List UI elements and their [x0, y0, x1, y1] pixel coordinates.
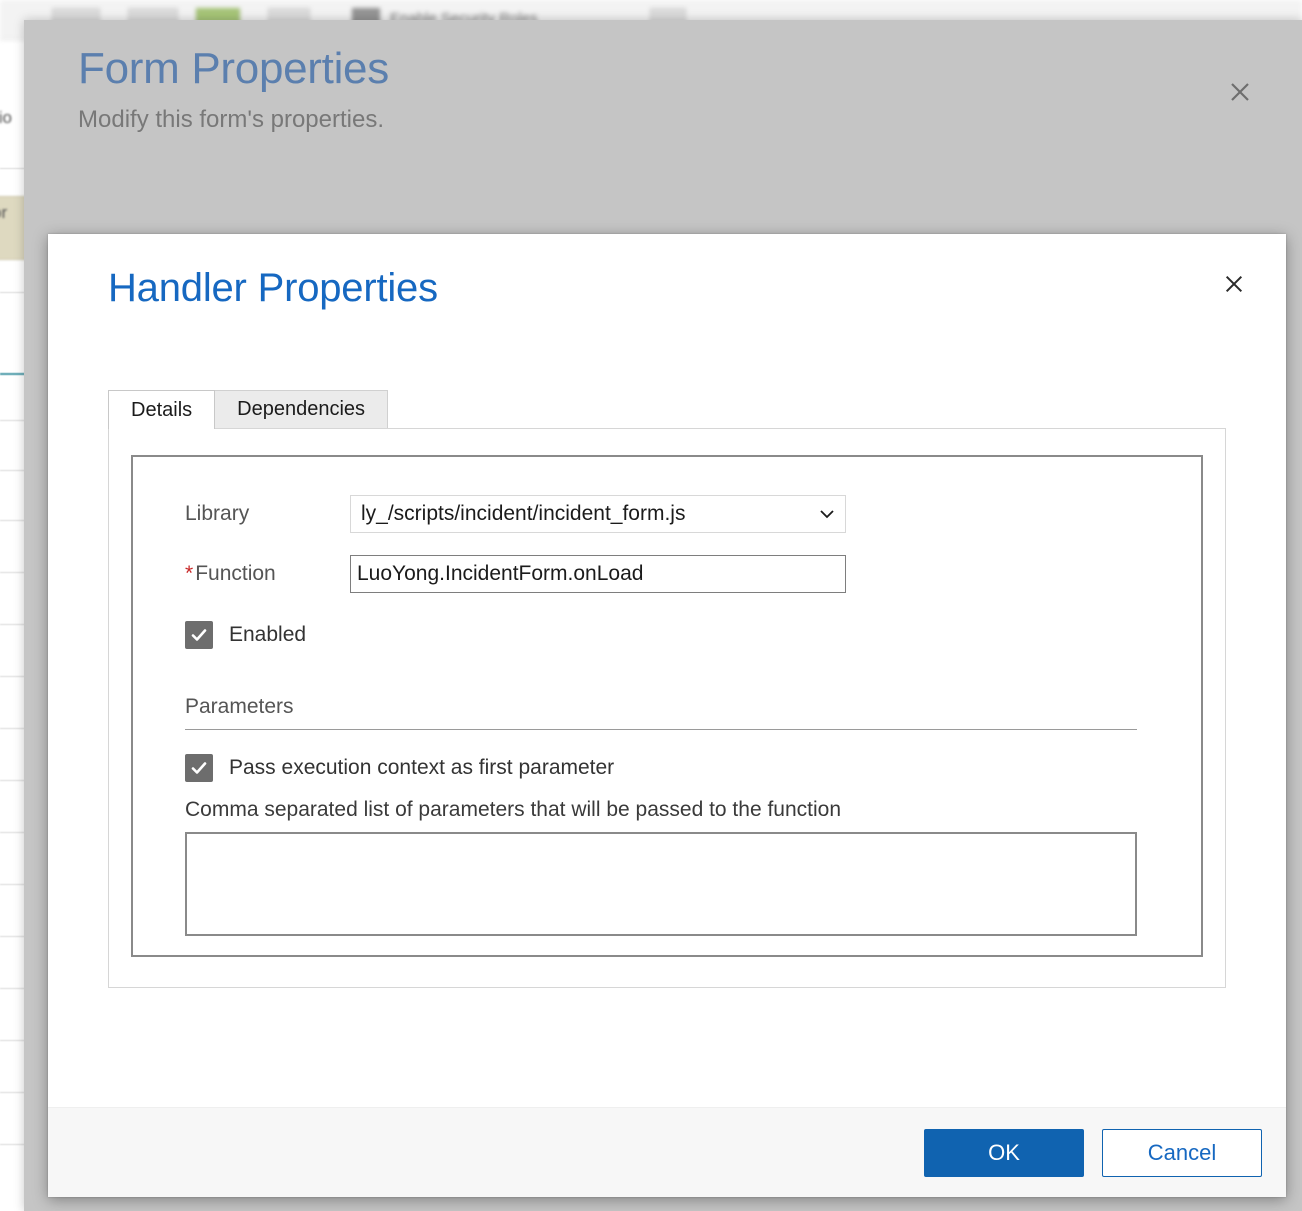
tabstrip: Details Dependencies	[108, 390, 1226, 429]
tab-details[interactable]: Details	[108, 390, 216, 429]
parameters-divider	[185, 729, 1137, 730]
form-properties-subtitle: Modify this form's properties.	[78, 106, 385, 133]
enabled-checkbox[interactable]	[185, 621, 213, 649]
handler-dialog-footer: OK Cancel	[48, 1107, 1286, 1197]
handler-dialog-header: Handler Properties	[48, 234, 1286, 390]
function-row: * Function	[185, 555, 1149, 593]
enabled-checkbox-row[interactable]: Enabled	[185, 621, 1149, 649]
pass-context-checkbox-row[interactable]: Pass execution context as first paramete…	[185, 754, 1149, 782]
close-icon[interactable]	[1210, 260, 1258, 308]
handler-properties-dialog: Handler Properties Details Dependencies …	[48, 234, 1286, 1197]
cancel-button[interactable]: Cancel	[1102, 1128, 1262, 1177]
library-row: Library ly_/scripts/incident/incident_fo…	[185, 495, 1149, 533]
form-properties-title: Form Properties	[78, 44, 389, 93]
details-tab-panel: Library ly_/scripts/incident/incident_fo…	[108, 428, 1226, 988]
library-select-value: ly_/scripts/incident/incident_form.js	[361, 502, 686, 525]
handler-dialog-body: Details Dependencies Library ly_/scripts…	[48, 390, 1286, 1107]
background-text-fragment: or	[0, 203, 8, 222]
function-label-text: Function	[195, 562, 276, 585]
pass-context-label: Pass execution context as first paramete…	[229, 756, 615, 779]
close-icon[interactable]	[1214, 66, 1266, 118]
library-select[interactable]: ly_/scripts/incident/incident_form.js	[350, 495, 846, 533]
tab-dependencies[interactable]: Dependencies	[215, 390, 389, 428]
parameters-hint: Comma separated list of parameters that …	[185, 798, 842, 821]
background-text-fragment: tio	[0, 108, 12, 127]
function-label: * Function	[185, 562, 350, 586]
required-marker: *	[185, 562, 194, 585]
pass-context-checkbox[interactable]	[185, 754, 213, 782]
enabled-label: Enabled	[229, 623, 307, 646]
library-label: Library	[185, 502, 250, 525]
handler-fieldset: Library ly_/scripts/incident/incident_fo…	[131, 455, 1203, 957]
parameters-textarea[interactable]	[185, 832, 1137, 936]
ok-button[interactable]: OK	[924, 1128, 1084, 1177]
parameters-section-title: Parameters	[185, 695, 294, 718]
function-input[interactable]	[350, 555, 846, 593]
chevron-down-icon	[817, 504, 837, 524]
tab-dependencies-label: Dependencies	[237, 398, 366, 420]
tab-details-label: Details	[131, 398, 193, 421]
handler-properties-title: Handler Properties	[108, 266, 438, 310]
